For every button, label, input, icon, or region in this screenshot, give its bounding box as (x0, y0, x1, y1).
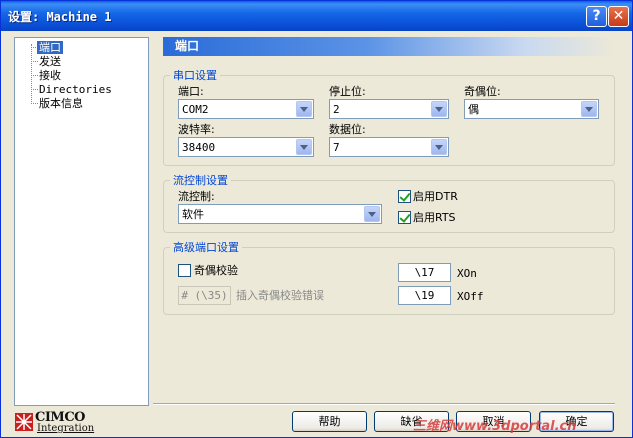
title-bar[interactable]: 设置: Machine 1 ? ✕ (1, 1, 632, 31)
chevron-down-icon[interactable] (296, 101, 312, 117)
divider (153, 403, 615, 405)
databits-value: 7 (333, 141, 340, 154)
rts-checkbox[interactable] (398, 211, 411, 224)
tree-connector (31, 89, 38, 90)
databits-label: 数据位: (329, 123, 366, 136)
parity-error-label: 插入奇偶校验错误 (236, 289, 324, 302)
port-select[interactable]: COM2 (178, 99, 314, 119)
help-icon[interactable]: ? (586, 6, 607, 27)
tree-connector (31, 44, 32, 104)
tree-item-send[interactable]: 发送 (39, 55, 61, 68)
rts-label[interactable]: 启用RTS (413, 211, 456, 224)
cimco-logo: CIMCO Integration (15, 410, 95, 434)
chevron-down-icon[interactable] (431, 101, 447, 117)
settings-dialog: 设置: Machine 1 ? ✕ 端口 发送 接收 Directories 版… (0, 0, 633, 438)
port-label: 端口: (178, 85, 204, 98)
xon-label: XOn (457, 267, 477, 280)
flow-select[interactable]: 软件 (178, 204, 382, 224)
tree-item-port[interactable]: 端口 (37, 41, 63, 54)
parity-label: 奇偶位: (464, 85, 501, 98)
dtr-label[interactable]: 启用DTR (413, 190, 458, 203)
parity-check-label[interactable]: 奇偶校验 (194, 264, 238, 277)
baud-label: 波特率: (178, 123, 215, 136)
section-header: 端口 (163, 37, 615, 56)
group-title: 流控制设置 (170, 174, 231, 187)
ok-button[interactable]: 确定 (539, 411, 614, 432)
tree-item-directories[interactable]: Directories (39, 83, 112, 96)
group-title: 串口设置 (170, 69, 220, 82)
tree-item-receive[interactable]: 接收 (39, 69, 61, 82)
window-title: 设置: Machine 1 (8, 10, 112, 24)
help-button[interactable]: 帮助 (292, 411, 367, 432)
parity-check-checkbox[interactable] (178, 264, 191, 277)
dtr-checkbox[interactable] (398, 190, 411, 203)
stopbits-value: 2 (333, 103, 340, 116)
xoff-field[interactable]: \19 (398, 286, 451, 305)
baud-value: 38400 (182, 141, 216, 154)
group-title: 高级端口设置 (170, 241, 242, 254)
databits-select[interactable]: 7 (329, 137, 449, 157)
stopbits-select[interactable]: 2 (329, 99, 449, 119)
flow-value: 软件 (182, 208, 204, 221)
default-button[interactable]: 缺省 (374, 411, 449, 432)
tree-connector (31, 103, 38, 104)
parity-value: 偶 (468, 103, 479, 116)
baud-select[interactable]: 38400 (178, 137, 314, 157)
chevron-down-icon[interactable] (431, 139, 447, 155)
logo-sub: Integration (37, 423, 95, 434)
close-icon[interactable]: ✕ (608, 6, 629, 27)
tree-connector (31, 61, 38, 62)
chevron-down-icon[interactable] (364, 206, 380, 222)
parity-select[interactable]: 偶 (464, 99, 599, 119)
chevron-down-icon[interactable] (581, 101, 597, 117)
tree-connector (31, 75, 38, 76)
cimco-logo-icon (15, 413, 33, 431)
cancel-button[interactable]: 取消 (456, 411, 531, 432)
xon-field[interactable]: \17 (398, 263, 451, 282)
flow-label: 流控制: (178, 190, 215, 203)
xoff-label: XOff (457, 290, 484, 303)
port-value: COM2 (182, 103, 209, 116)
chevron-down-icon[interactable] (296, 139, 312, 155)
parity-error-char-field: # (\35) (178, 286, 231, 305)
tree-item-version-info[interactable]: 版本信息 (39, 97, 83, 110)
stopbits-label: 停止位: (329, 85, 366, 98)
settings-tree: 端口 发送 接收 Directories 版本信息 (14, 37, 149, 406)
